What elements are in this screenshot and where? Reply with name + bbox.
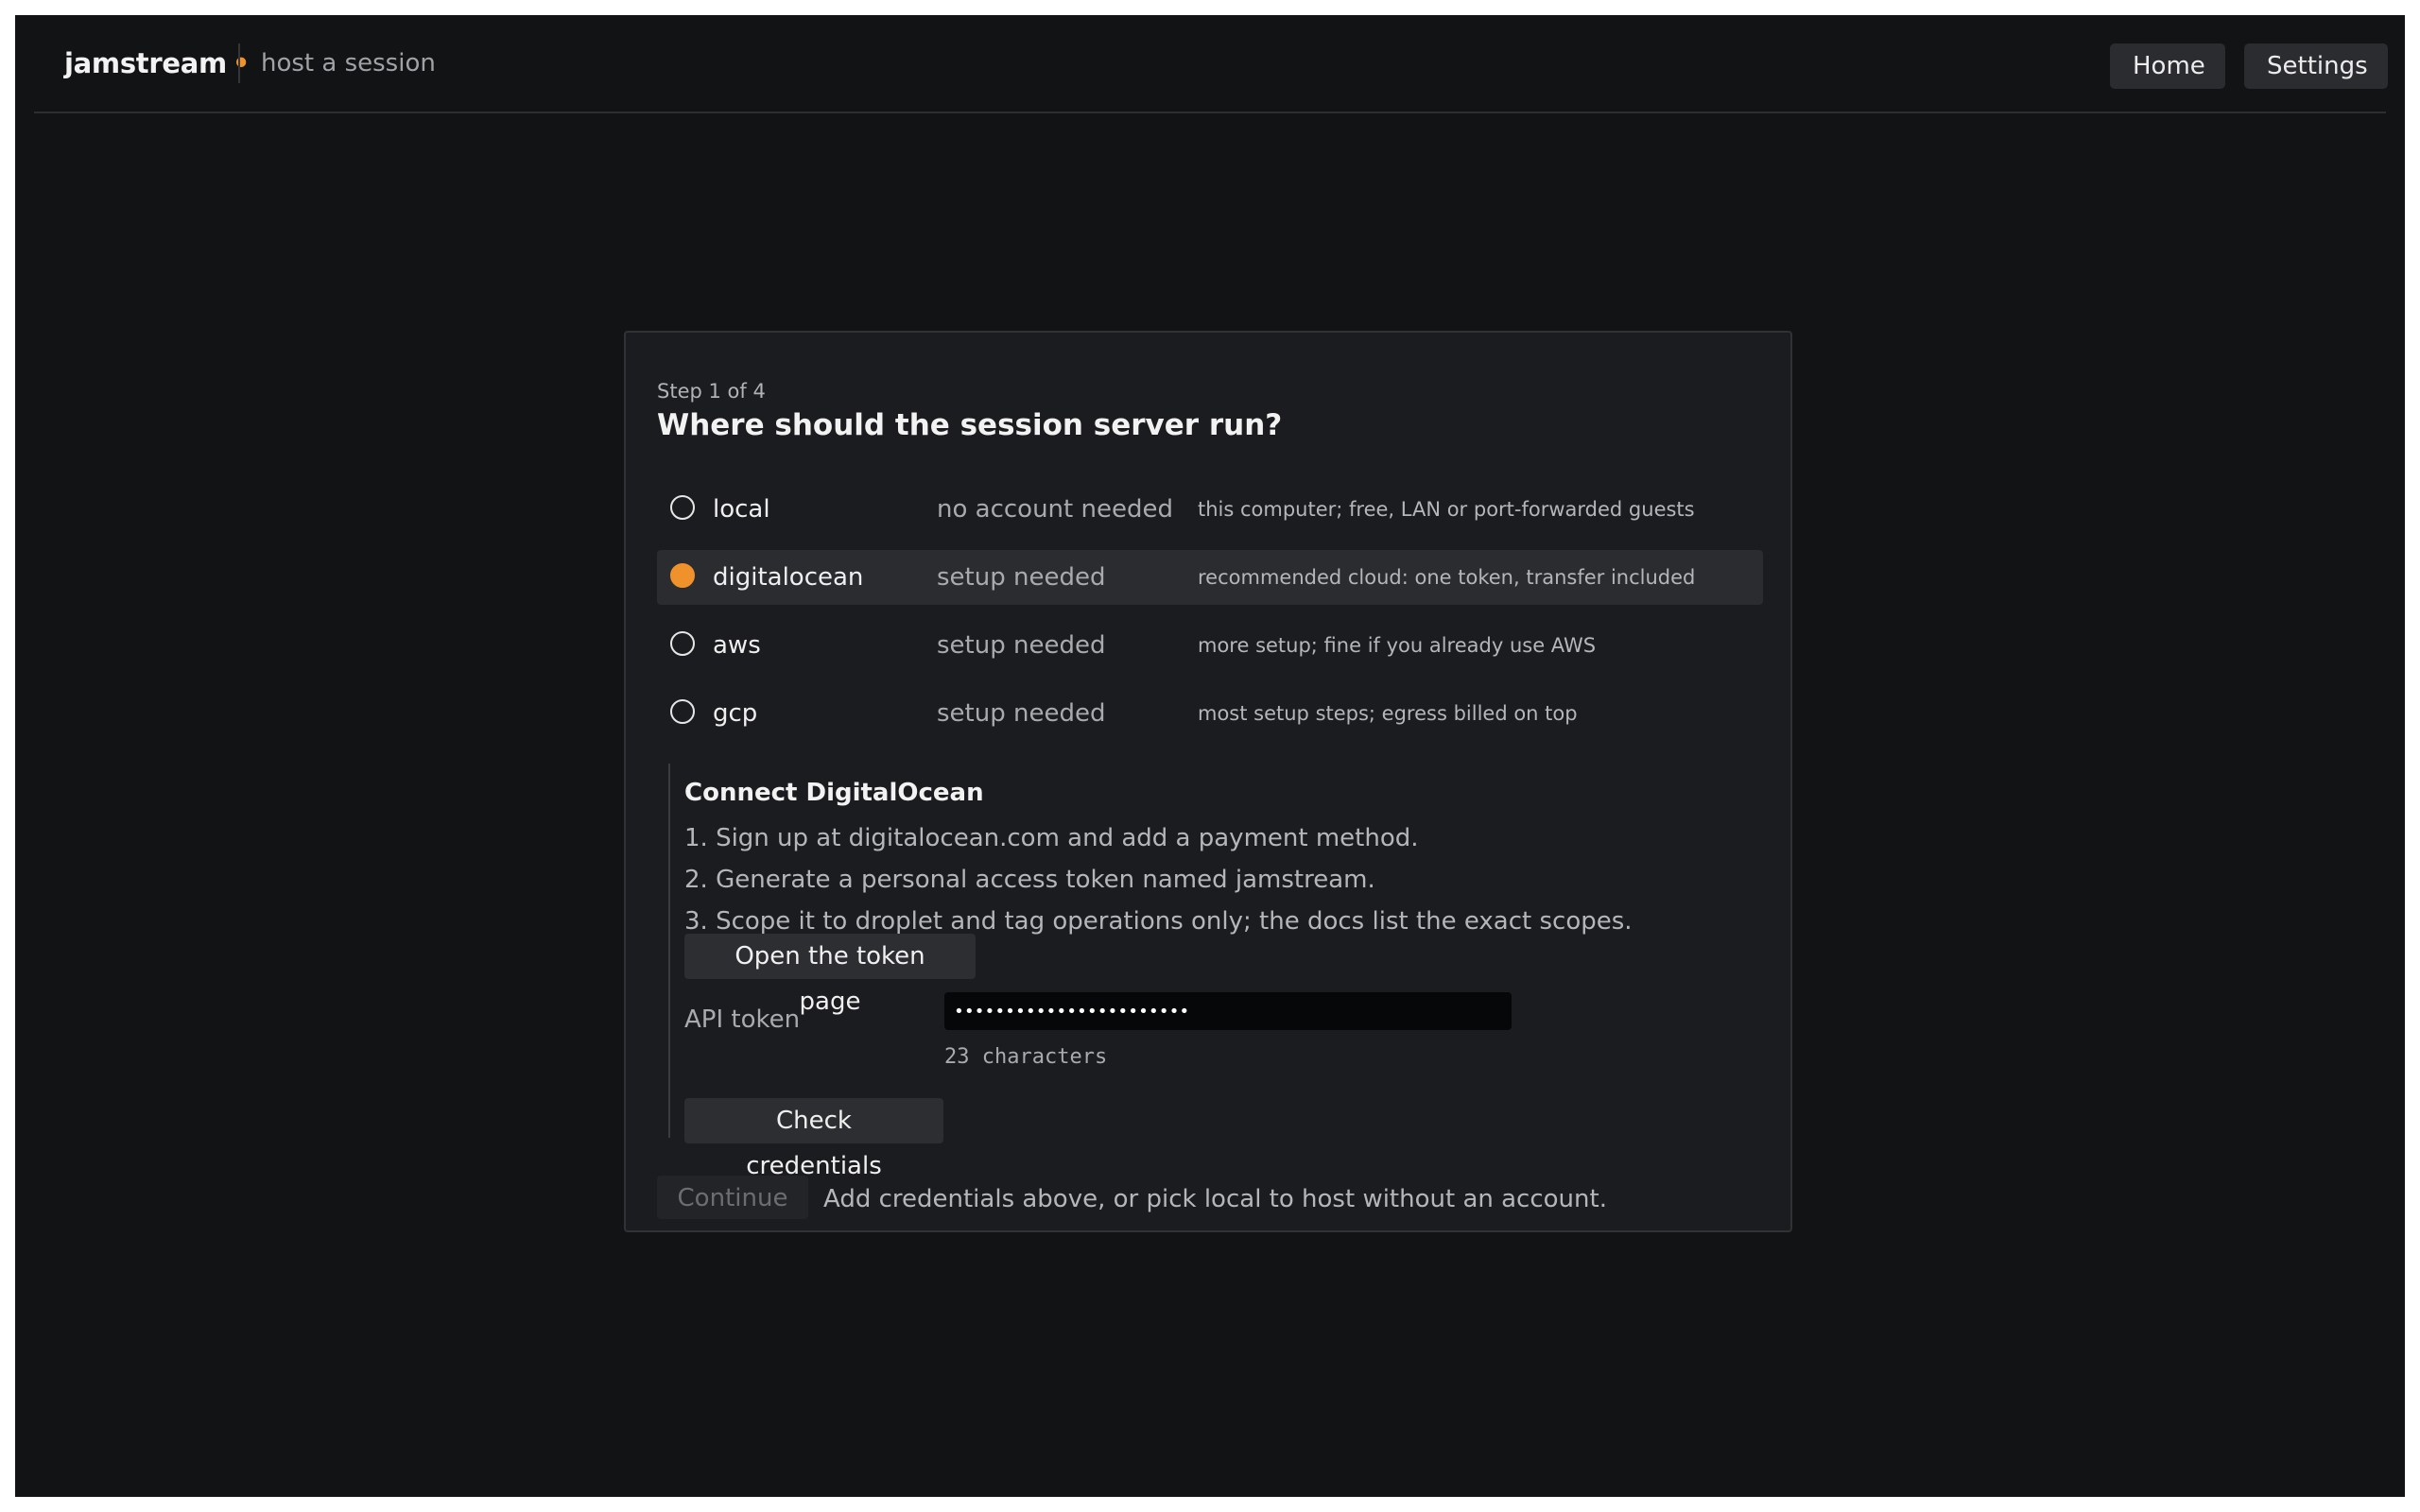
api-token-label: API token <box>684 1005 801 1034</box>
option-local[interactable]: local no account needed this computer; f… <box>657 482 1763 537</box>
settings-button[interactable]: Settings <box>2244 43 2388 89</box>
option-name: aws <box>713 631 761 660</box>
option-status: setup needed <box>937 631 1106 660</box>
page-subtitle: host a session <box>261 49 436 77</box>
radio-aws[interactable] <box>670 631 695 656</box>
header-divider <box>238 43 240 83</box>
instruction-step-2: 2. Generate a personal access token name… <box>684 866 1375 894</box>
check-credentials-button[interactable]: Check credentials <box>684 1098 943 1180</box>
option-name: gcp <box>713 699 758 728</box>
option-name: digitalocean <box>713 563 864 592</box>
connect-panel: Connect DigitalOcean 1. Sign up at digit… <box>668 764 1748 1180</box>
api-token-input[interactable] <box>944 992 1512 1030</box>
token-char-count: 23 characters <box>944 1045 1108 1069</box>
option-status: setup needed <box>937 563 1106 592</box>
home-button[interactable]: Home <box>2110 43 2225 89</box>
setup-card: Step 1 of 4 Where should the session ser… <box>624 331 1792 1232</box>
footer-hint: Add credentials above, or pick local to … <box>823 1185 1607 1213</box>
instruction-step-1: 1. Sign up at digitalocean.com and add a… <box>684 824 1419 852</box>
open-token-page-button[interactable]: Open the token page <box>684 934 976 1016</box>
option-gcp[interactable]: gcp setup needed most setup steps; egres… <box>657 686 1763 741</box>
brand-name: jamstream <box>64 47 227 79</box>
option-description: more setup; fine if you already use AWS <box>1198 634 1597 657</box>
brand-logo[interactable]: jamstream • <box>64 47 250 79</box>
radio-gcp[interactable] <box>670 699 695 724</box>
app-window: jamstream • host a session Home Settings … <box>15 15 2405 1497</box>
connect-title: Connect DigitalOcean <box>684 779 984 807</box>
instruction-step-3: 3. Scope it to droplet and tag operation… <box>684 907 1633 936</box>
page-title: Where should the session server run? <box>657 408 1283 442</box>
option-description: recommended cloud: one token, transfer i… <box>1198 566 1696 589</box>
continue-button[interactable]: Continue <box>657 1176 808 1219</box>
radio-digitalocean[interactable] <box>670 563 695 588</box>
radio-local[interactable] <box>670 495 695 520</box>
brand-dot-icon: • <box>232 47 251 79</box>
option-description: most setup steps; egress billed on top <box>1198 702 1578 725</box>
top-bar: jamstream • host a session Home Settings <box>34 15 2388 113</box>
option-digitalocean[interactable]: digitalocean setup needed recommended cl… <box>657 550 1763 605</box>
option-name: local <box>713 495 770 524</box>
option-aws[interactable]: aws setup needed more setup; fine if you… <box>657 618 1763 673</box>
step-indicator: Step 1 of 4 <box>657 380 766 403</box>
option-status: setup needed <box>937 699 1106 728</box>
option-description: this computer; free, LAN or port-forward… <box>1198 498 1695 521</box>
option-status: no account needed <box>937 495 1173 524</box>
